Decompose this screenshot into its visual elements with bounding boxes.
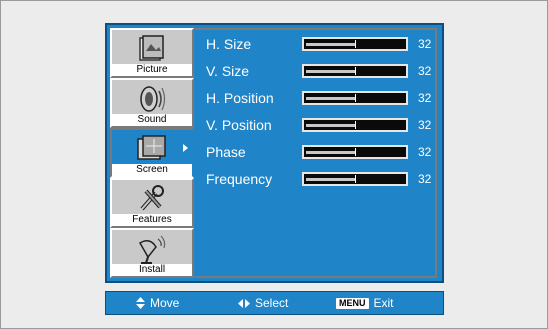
setting-slider[interactable] (302, 118, 408, 132)
setting-slider[interactable] (302, 145, 408, 159)
setting-value: 32 (418, 118, 432, 132)
setting-value: 32 (418, 145, 432, 159)
left-right-arrows-icon (238, 298, 250, 308)
sidebar-item-features[interactable]: Features (110, 178, 194, 228)
move-hint: Move (136, 292, 179, 314)
setting-label: Frequency (206, 171, 273, 187)
setting-slider[interactable] (302, 91, 408, 105)
exit-hint: MENU Exit (336, 292, 394, 314)
slider-center-tick (355, 121, 356, 129)
sidebar-item-label: Screen (112, 164, 192, 176)
up-down-arrows-icon (136, 297, 145, 309)
setting-slider[interactable] (302, 64, 408, 78)
setting-row-v-size[interactable]: V. Size 32 (206, 61, 436, 81)
slider-center-tick (355, 148, 356, 156)
picture-icon (139, 35, 164, 61)
slider-center-tick (355, 175, 356, 183)
install-icon (138, 235, 166, 264)
setting-row-h-size[interactable]: H. Size 32 (206, 34, 436, 54)
features-icon (140, 185, 164, 211)
setting-value: 32 (418, 64, 432, 78)
slider-fill (306, 70, 355, 73)
navigation-hint-bar: Move Select MENU Exit (105, 291, 444, 315)
setting-row-phase[interactable]: Phase 32 (206, 142, 436, 162)
slider-center-tick (355, 40, 356, 48)
slider-fill (306, 43, 355, 46)
setting-value: 32 (418, 37, 432, 51)
sidebar-item-label: Install (112, 264, 192, 276)
setting-row-v-position[interactable]: V. Position 32 (206, 115, 436, 135)
screen-icon (137, 135, 166, 160)
sidebar-item-picture[interactable]: Picture (110, 28, 194, 78)
sound-icon (140, 86, 166, 112)
setting-slider[interactable] (302, 172, 408, 186)
setting-label: H. Position (206, 90, 274, 106)
exit-label: Exit (373, 296, 394, 310)
slider-fill (306, 124, 355, 127)
setting-row-h-position[interactable]: H. Position 32 (206, 88, 436, 108)
setting-value: 32 (418, 172, 432, 186)
setting-row-frequency[interactable]: Frequency 32 (206, 169, 436, 189)
setting-slider[interactable] (302, 37, 408, 51)
osd-menu: Picture Sound Screen Features Install H.… (105, 23, 444, 283)
sidebar-item-install[interactable]: Install (110, 228, 194, 278)
slider-fill (306, 97, 355, 100)
setting-label: H. Size (206, 36, 252, 52)
category-sidebar: Picture Sound Screen Features Install (110, 28, 194, 278)
sidebar-item-sound[interactable]: Sound (110, 78, 194, 128)
select-hint: Select (238, 292, 288, 314)
slider-fill (306, 178, 355, 181)
sidebar-item-label: Picture (112, 64, 192, 76)
sidebar-item-screen[interactable]: Screen (110, 128, 194, 178)
setting-label: V. Position (206, 117, 272, 133)
selected-arrow-icon (183, 144, 188, 152)
sidebar-item-label: Sound (112, 114, 192, 126)
slider-center-tick (355, 67, 356, 75)
sidebar-item-label: Features (112, 214, 192, 226)
select-label: Select (255, 296, 289, 310)
slider-center-tick (355, 94, 356, 102)
setting-label: Phase (206, 144, 246, 160)
screen-settings-panel: H. Size 32 V. Size 32 H. Position 32 V. … (194, 28, 437, 278)
setting-label: V. Size (206, 63, 250, 79)
slider-fill (306, 151, 355, 154)
move-label: Move (150, 296, 180, 310)
setting-value: 32 (418, 91, 432, 105)
menu-key-icon: MENU (336, 297, 369, 309)
